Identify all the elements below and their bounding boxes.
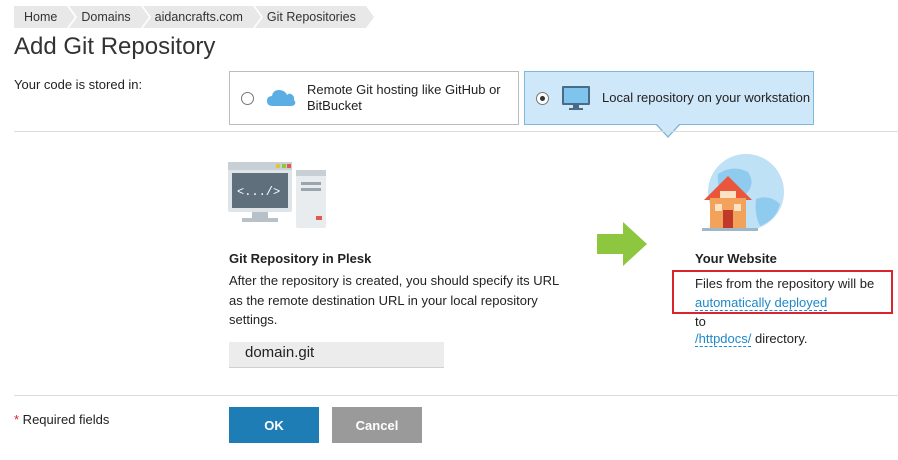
cancel-button[interactable]: Cancel: [332, 407, 422, 443]
website-house-icon: [702, 154, 784, 231]
divider-bottom: [14, 395, 898, 396]
website-directory: /httpdocs/ directory.: [695, 331, 808, 347]
breadcrumb-domain[interactable]: aidancrafts.com: [142, 6, 262, 28]
radio-local[interactable]: [536, 91, 549, 105]
arrow-right-icon: [597, 222, 647, 266]
radio-remote[interactable]: [241, 91, 254, 105]
breadcrumb-domains[interactable]: Domains: [69, 6, 150, 28]
code-glyph: <.../>: [237, 185, 280, 199]
website-title: Your Website: [695, 251, 777, 266]
breadcrumb-home[interactable]: Home: [14, 6, 76, 28]
repo-name-field[interactable]: domain.git: [229, 342, 444, 368]
breadcrumb-label: Git Repositories: [266, 10, 356, 24]
required-fields-note: * Required fields: [14, 412, 109, 427]
code-server-icon: <.../>: [228, 162, 326, 228]
breadcrumb: Home Domains aidancrafts.com Git Reposit…: [14, 6, 374, 28]
httpdocs-link[interactable]: /httpdocs/: [695, 331, 752, 347]
website-description: Files from the repository will be automa…: [695, 274, 874, 312]
divider-top: [14, 131, 898, 132]
ok-button[interactable]: OK: [229, 407, 319, 443]
website-to-text: to: [695, 314, 706, 329]
directory-suffix: directory.: [751, 331, 808, 346]
page-title: Add Git Repository: [14, 33, 216, 60]
option-local-label: Local repository on your workstation: [602, 90, 811, 105]
breadcrumb-label: aidancrafts.com: [154, 10, 243, 24]
monitor-icon: [562, 86, 590, 110]
website-desc-prefix: Files from the repository will be: [695, 276, 875, 291]
option-local-repo[interactable]: Local repository on your workstation: [524, 71, 814, 125]
option-remote-git[interactable]: Remote Git hosting like GitHub or BitBuc…: [229, 71, 519, 125]
repo-description: After the repository is created, you sho…: [229, 273, 559, 327]
cloud-icon: [267, 90, 296, 106]
auto-deploy-link[interactable]: automatically deployed: [695, 295, 828, 311]
breadcrumb-label: Home: [24, 10, 58, 24]
option-remote-label: Remote Git hosting like GitHub or BitBuc…: [307, 82, 501, 113]
repo-title: Git Repository in Plesk: [229, 251, 372, 266]
stored-label: Your code is stored in:: [14, 77, 143, 92]
breadcrumb-git-repositories[interactable]: Git Repositories: [254, 6, 374, 28]
required-text: Required fields: [19, 412, 110, 427]
breadcrumb-label: Domains: [81, 10, 131, 24]
